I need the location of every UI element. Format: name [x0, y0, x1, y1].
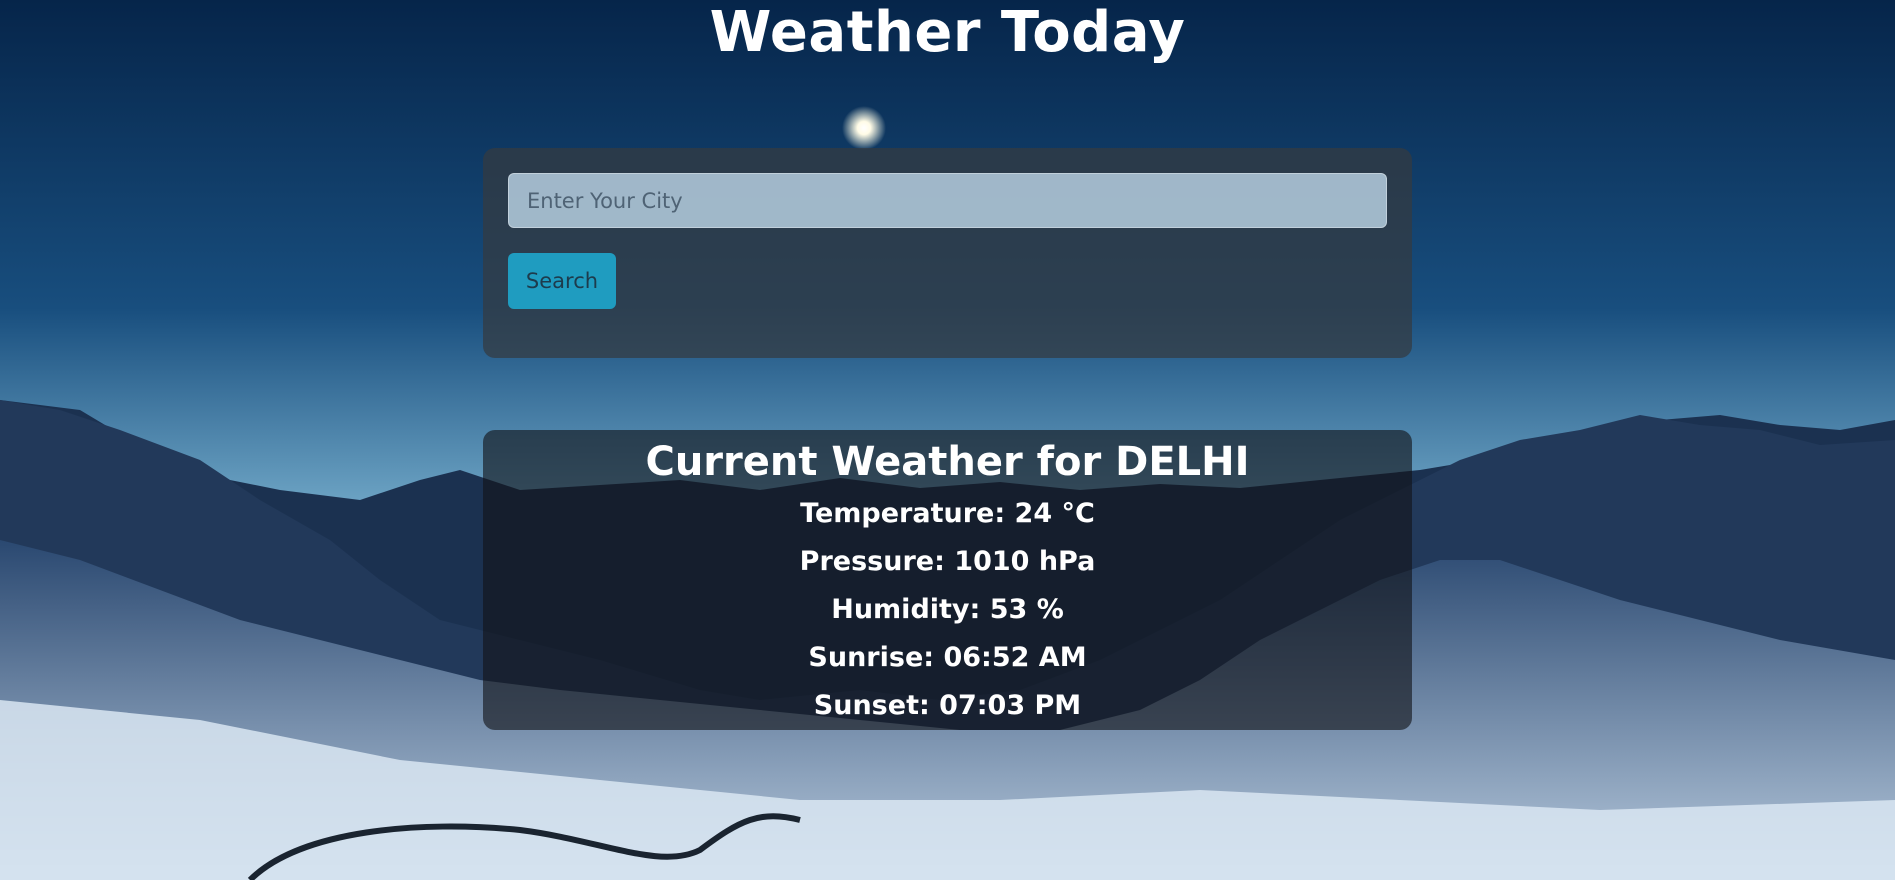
pressure-text: Pressure: 1010 hPa [799, 546, 1096, 577]
weather-card: Current Weather for DELHI Temperature: 2… [483, 430, 1412, 730]
temperature-text: Temperature: 24 °C [800, 498, 1095, 529]
city-search-input[interactable] [508, 173, 1387, 228]
weather-heading: Current Weather for DELHI [645, 439, 1250, 485]
search-button[interactable]: Search [508, 253, 616, 309]
humidity-text: Humidity: 53 % [831, 594, 1064, 625]
page-title: Weather Today [709, 0, 1186, 65]
sunrise-text: Sunrise: 06:52 AM [808, 642, 1087, 673]
search-card: Search [483, 148, 1412, 358]
sunset-text: Sunset: 07:03 PM [813, 690, 1082, 721]
